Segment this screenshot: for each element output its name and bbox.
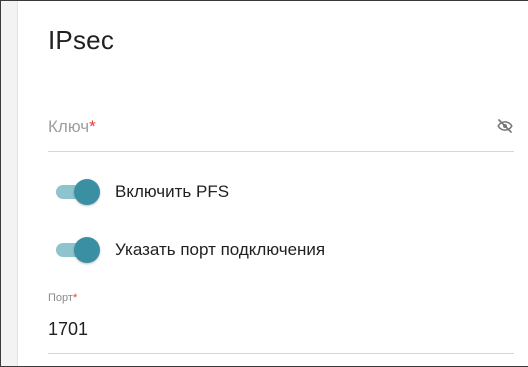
specify-port-toggle-label: Указать порт подключения <box>115 240 326 259</box>
required-mark: * <box>89 117 96 136</box>
key-field-label-text: Ключ <box>48 117 90 136</box>
required-mark: * <box>72 292 78 304</box>
pfs-toggle[interactable] <box>54 179 100 205</box>
window-frame: IPsec Ключ* Включить PFS Указать порт по… <box>0 0 528 367</box>
pfs-toggle-label: Включить PFS <box>115 182 230 201</box>
pfs-toggle-row[interactable]: Включить PFS <box>54 177 229 207</box>
port-field-value[interactable]: 1701 <box>48 319 88 340</box>
port-toggle-row[interactable]: Указать порт подключения <box>54 235 325 265</box>
pfs-toggle-thumb <box>74 179 100 205</box>
port-field[interactable]: Порт* 1701 <box>48 289 514 354</box>
port-field-label: Порт* <box>48 292 77 304</box>
ipsec-settings-card: IPsec Ключ* Включить PFS Указать порт по… <box>17 1 528 366</box>
key-field[interactable]: Ключ* <box>48 109 514 152</box>
eye-off-icon[interactable] <box>496 117 514 135</box>
specify-port-toggle[interactable] <box>54 237 100 263</box>
section-title: IPsec <box>48 25 115 55</box>
port-field-label-text: Порт <box>48 292 73 304</box>
key-field-label: Ключ* <box>48 117 96 137</box>
specify-port-toggle-thumb <box>74 237 100 263</box>
